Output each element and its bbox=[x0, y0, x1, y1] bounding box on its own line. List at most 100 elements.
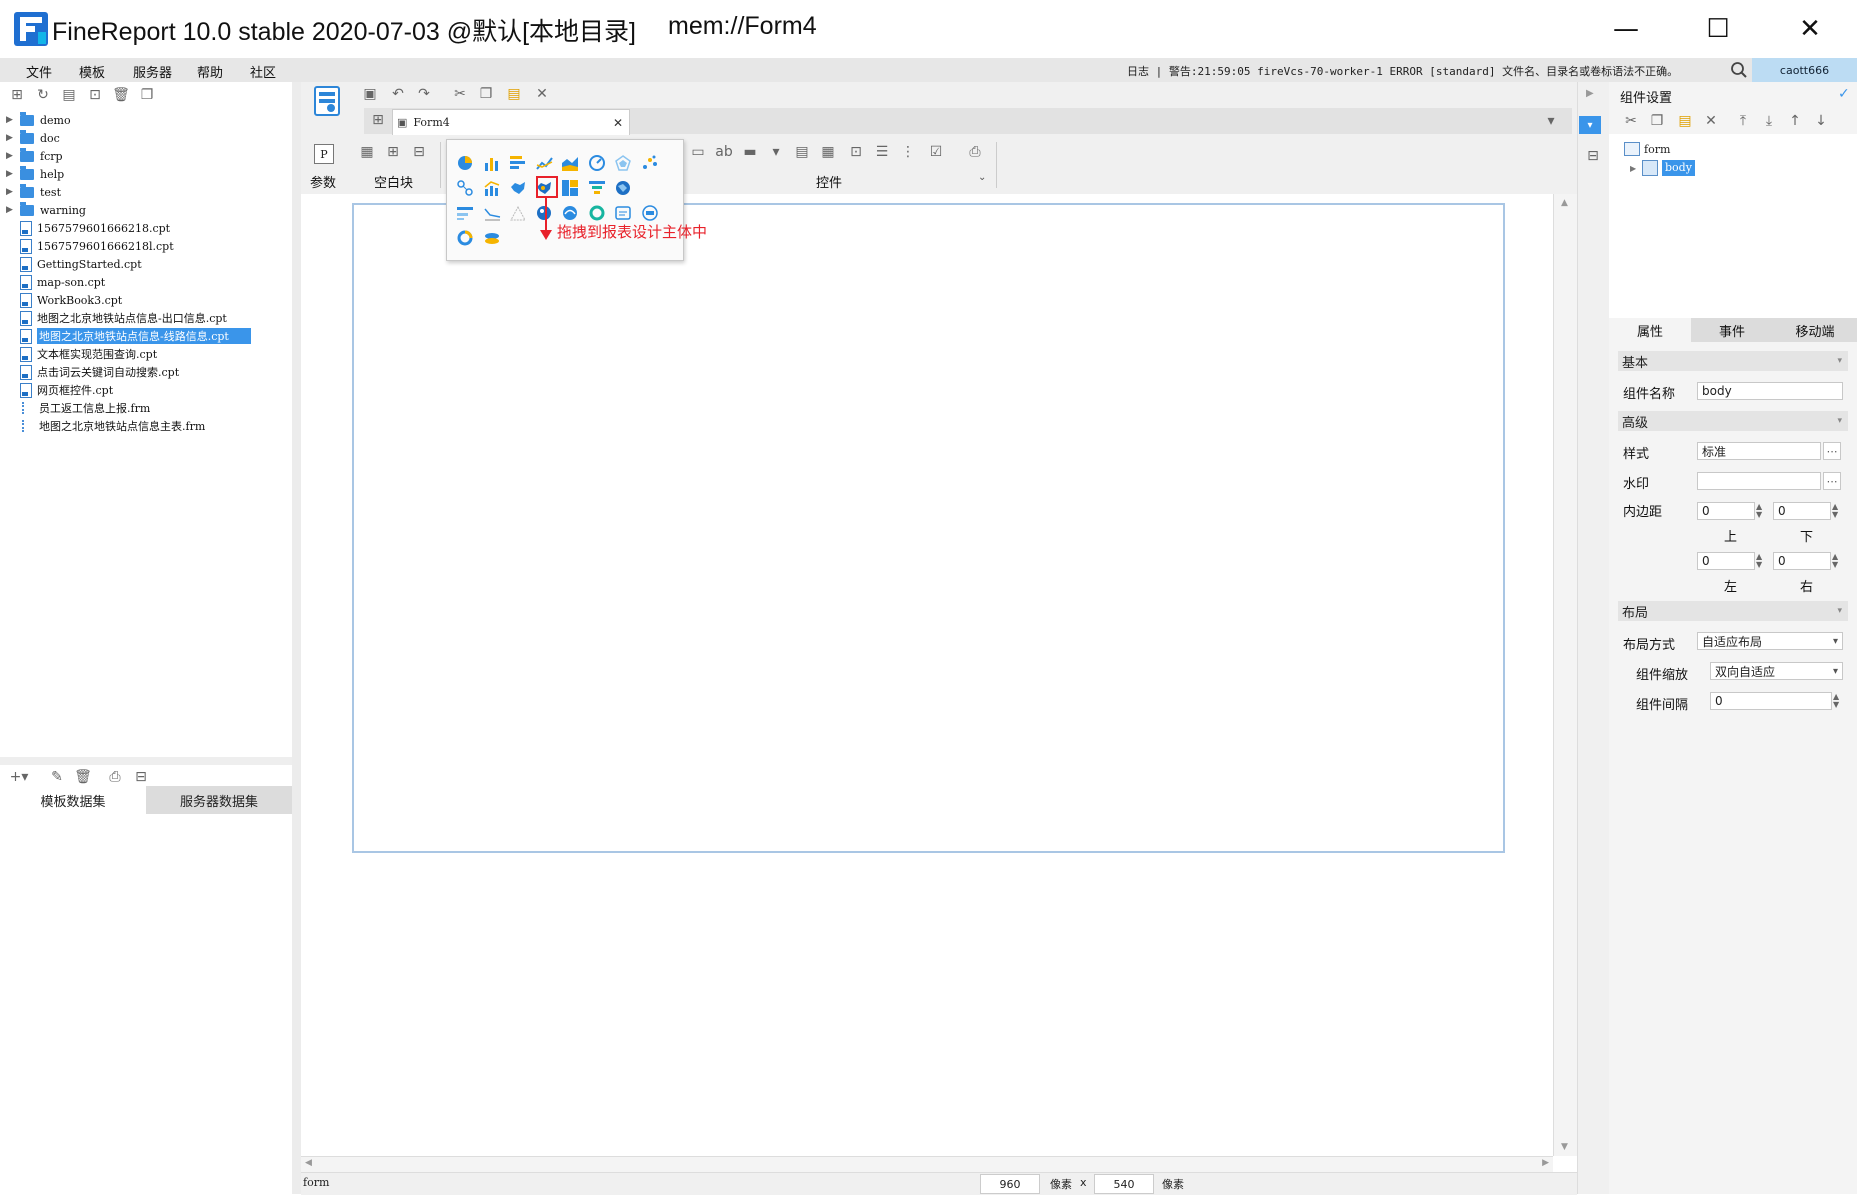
user-badge[interactable]: caott666 bbox=[1752, 58, 1857, 82]
folder-item[interactable]: ▶ warning bbox=[6, 201, 86, 219]
file-item[interactable]: 1567579601666218l.cpt bbox=[6, 237, 174, 255]
donut-chart-icon[interactable] bbox=[589, 205, 605, 221]
style-more-button[interactable]: ⋯ bbox=[1823, 442, 1841, 460]
radar-chart-icon[interactable] bbox=[615, 155, 631, 171]
tree-widget-icon[interactable]: ▤ bbox=[792, 143, 812, 161]
tab-form4[interactable]: ▣ Form4 ✕ bbox=[392, 109, 630, 135]
tab-mobile[interactable]: 移动端 bbox=[1773, 318, 1857, 342]
component-name-input[interactable]: body bbox=[1697, 382, 1843, 400]
scroll-left-icon[interactable]: ◀ bbox=[305, 1158, 312, 1168]
redo-icon[interactable]: ↷ bbox=[414, 84, 434, 104]
form-template-icon[interactable] bbox=[314, 86, 340, 120]
bar-chart-icon[interactable] bbox=[510, 156, 525, 169]
minimize-button[interactable]: — bbox=[1580, 0, 1672, 58]
form-body-frame[interactable] bbox=[352, 203, 1505, 853]
file-item[interactable]: 地图之北京地铁站点信息主表.frm bbox=[6, 417, 205, 435]
rp-cut-icon[interactable]: ✂ bbox=[1622, 112, 1640, 130]
add-dataset-icon[interactable]: +▾ bbox=[8, 768, 30, 786]
file-item[interactable]: GettingStarted.cpt bbox=[6, 255, 142, 273]
folder-item[interactable]: ▶ doc bbox=[6, 129, 60, 147]
file-item[interactable]: WorkBook3.cpt bbox=[6, 291, 122, 309]
menu-help[interactable]: 帮助 bbox=[197, 62, 223, 81]
box-chart-icon[interactable] bbox=[642, 205, 658, 221]
expand-arrow-icon[interactable]: ▶ bbox=[6, 151, 20, 161]
file-item[interactable]: 网页框控件.cpt bbox=[6, 381, 113, 399]
delete-dataset-icon[interactable]: 🗑 bbox=[74, 768, 92, 786]
refresh-icon[interactable]: ↻ bbox=[34, 86, 52, 104]
gauge-chart-icon[interactable] bbox=[589, 155, 605, 171]
tab-template-dataset[interactable]: 模板数据集 bbox=[0, 786, 146, 814]
tab-close-icon[interactable]: ✕ bbox=[613, 116, 623, 130]
undo-icon[interactable]: ↶ bbox=[388, 84, 408, 104]
edit-icon[interactable]: ✎ bbox=[48, 768, 66, 786]
globe-chart-icon[interactable] bbox=[616, 181, 630, 195]
range-chart-icon[interactable] bbox=[484, 208, 501, 221]
lock-file-icon[interactable]: ⊡ bbox=[86, 86, 104, 104]
menu-template[interactable]: 模板 bbox=[79, 62, 105, 81]
copy-icon[interactable]: ❐ bbox=[138, 86, 156, 104]
expand-arrow-icon[interactable]: ▶ bbox=[1630, 164, 1636, 173]
layer-chart-icon[interactable] bbox=[485, 233, 499, 244]
rp-delete-icon[interactable]: ✕ bbox=[1702, 112, 1720, 130]
paste-icon[interactable]: ▤ bbox=[504, 84, 524, 104]
move-bottom-icon[interactable]: ⤓ bbox=[1760, 112, 1778, 130]
maximize-button[interactable]: ☐ bbox=[1672, 0, 1764, 58]
save-icon[interactable]: ▣ bbox=[360, 84, 380, 104]
rp-paste-icon[interactable]: ▤ bbox=[1676, 112, 1694, 130]
file-item[interactable]: map-son.cpt bbox=[6, 273, 105, 291]
dataset-settings-icon[interactable]: ⊟ bbox=[132, 768, 150, 786]
bubble-chart-icon[interactable] bbox=[457, 180, 473, 196]
tree-node-body[interactable]: body bbox=[1662, 160, 1695, 176]
padding-bottom-stepper[interactable]: ▲ ▼ bbox=[1832, 503, 1838, 519]
horizontal-scrollbar[interactable]: ◀ ▶ bbox=[301, 1156, 1553, 1173]
tree-node-form[interactable]: form bbox=[1644, 143, 1670, 156]
section-basic[interactable]: 基本 ▾ bbox=[1618, 351, 1848, 371]
folder-item[interactable]: ▶ demo bbox=[6, 111, 71, 129]
log-message[interactable]: 日志 | 警告:21:59:05 fireVcs-70-worker-1 ERR… bbox=[1127, 63, 1678, 79]
tab-events[interactable]: 事件 bbox=[1691, 318, 1773, 342]
section-layout[interactable]: 布局 ▾ bbox=[1618, 601, 1848, 621]
padding-left-input[interactable]: 0 bbox=[1697, 552, 1755, 570]
padding-bottom-input[interactable]: 0 bbox=[1773, 502, 1831, 520]
pie-chart-icon[interactable] bbox=[458, 156, 472, 170]
dropdown-widget-icon[interactable]: ▾ bbox=[766, 143, 786, 161]
treemap-chart-icon[interactable] bbox=[562, 180, 578, 196]
map-chart-icon[interactable] bbox=[511, 182, 525, 194]
widget-library-icon[interactable]: ⊟ bbox=[1582, 146, 1604, 166]
button-widget-icon[interactable]: ▬ bbox=[740, 143, 760, 161]
text-widget-icon[interactable]: ab bbox=[714, 143, 734, 161]
area-chart-icon[interactable] bbox=[562, 157, 578, 171]
new-folder-icon[interactable]: ⊞ bbox=[8, 86, 26, 104]
absolute-block-icon[interactable]: ⊟ bbox=[410, 143, 428, 161]
expand-arrow-icon[interactable]: ▶ bbox=[6, 115, 20, 125]
funnel-chart-icon[interactable] bbox=[589, 181, 605, 194]
gap-input[interactable]: 0 bbox=[1710, 692, 1832, 710]
tab-menu-icon[interactable]: ▾ bbox=[1542, 112, 1560, 130]
cut-icon[interactable]: ✂ bbox=[450, 84, 470, 104]
number-widget-icon[interactable]: ⊡ bbox=[846, 143, 866, 161]
widgets-expand-icon[interactable]: ⌄ bbox=[978, 172, 986, 183]
file-item[interactable]: 点击词云关键词自动搜索.cpt bbox=[6, 363, 179, 381]
section-advanced[interactable]: 高级 ▾ bbox=[1618, 411, 1848, 431]
vertical-scrollbar[interactable]: ▲ ▼ bbox=[1553, 194, 1578, 1156]
padding-top-input[interactable]: 0 bbox=[1697, 502, 1755, 520]
layout-mode-select[interactable]: 自适应布局 ▾ bbox=[1697, 632, 1843, 650]
folder-item[interactable]: ▶ fcrp bbox=[6, 147, 63, 165]
folder-item[interactable]: ▶ help bbox=[6, 165, 64, 183]
line-chart-icon[interactable] bbox=[536, 157, 553, 170]
padding-left-stepper[interactable]: ▲ ▼ bbox=[1756, 553, 1762, 569]
collapse-right-icon[interactable]: ▶ bbox=[1586, 88, 1594, 99]
scale-select[interactable]: 双向自适应 ▾ bbox=[1710, 662, 1843, 680]
gantt-chart-icon[interactable] bbox=[510, 205, 526, 221]
scroll-right-icon[interactable]: ▶ bbox=[1542, 1158, 1549, 1168]
column-chart-icon[interactable] bbox=[485, 158, 498, 171]
query-widget-icon[interactable]: ⎙ bbox=[965, 143, 985, 161]
expand-arrow-icon[interactable]: ▶ bbox=[6, 169, 20, 179]
wordcloud-chart-icon[interactable] bbox=[615, 206, 631, 220]
date-widget-icon[interactable]: ▦ bbox=[818, 143, 838, 161]
tab-block-icon[interactable]: ⊞ bbox=[384, 143, 402, 161]
scatter-chart-icon[interactable] bbox=[643, 155, 657, 170]
expand-arrow-icon[interactable]: ▶ bbox=[6, 133, 20, 143]
flow-map-icon[interactable] bbox=[563, 206, 577, 220]
menu-file[interactable]: 文件 bbox=[26, 62, 52, 81]
